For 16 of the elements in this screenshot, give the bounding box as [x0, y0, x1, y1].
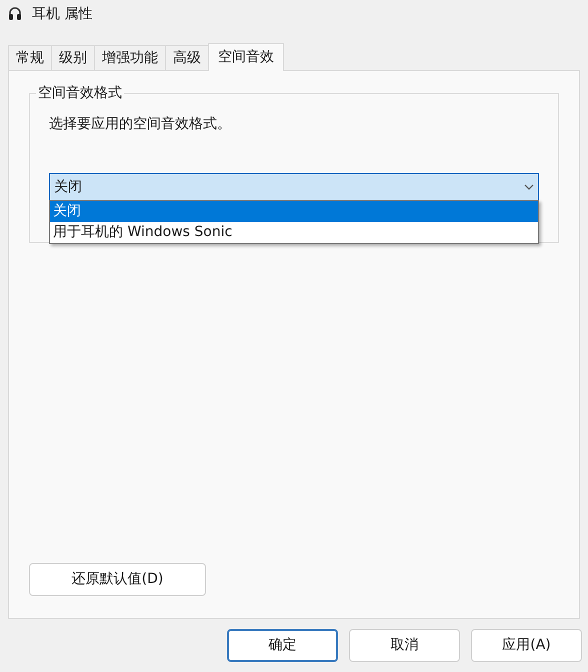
window-title: 耳机 属性 — [32, 4, 92, 24]
tab[interactable]: 常规 — [8, 45, 51, 70]
dialog-button[interactable]: 确定 — [227, 629, 338, 662]
tab[interactable]: 空间音效 — [208, 43, 284, 71]
tab[interactable]: 级别 — [51, 45, 94, 70]
headphones-icon — [8, 6, 22, 22]
dropdown-option[interactable]: 用于耳机的 Windows Sonic — [50, 222, 538, 243]
dialog-button[interactable]: 取消 — [349, 629, 460, 662]
format-dropdown[interactable]: 关闭 — [49, 173, 539, 201]
restore-defaults-button[interactable]: 还原默认值(D) — [29, 563, 206, 596]
tab[interactable]: 高级 — [165, 45, 208, 70]
dialog-button[interactable]: 应用(A) — [471, 629, 582, 662]
description: 选择要应用的空间音效格式。 — [49, 115, 232, 134]
tab[interactable]: 增强功能 — [94, 45, 165, 70]
dropdown-option[interactable]: 关闭 — [50, 201, 538, 222]
chevron-icon — [524, 184, 534, 190]
